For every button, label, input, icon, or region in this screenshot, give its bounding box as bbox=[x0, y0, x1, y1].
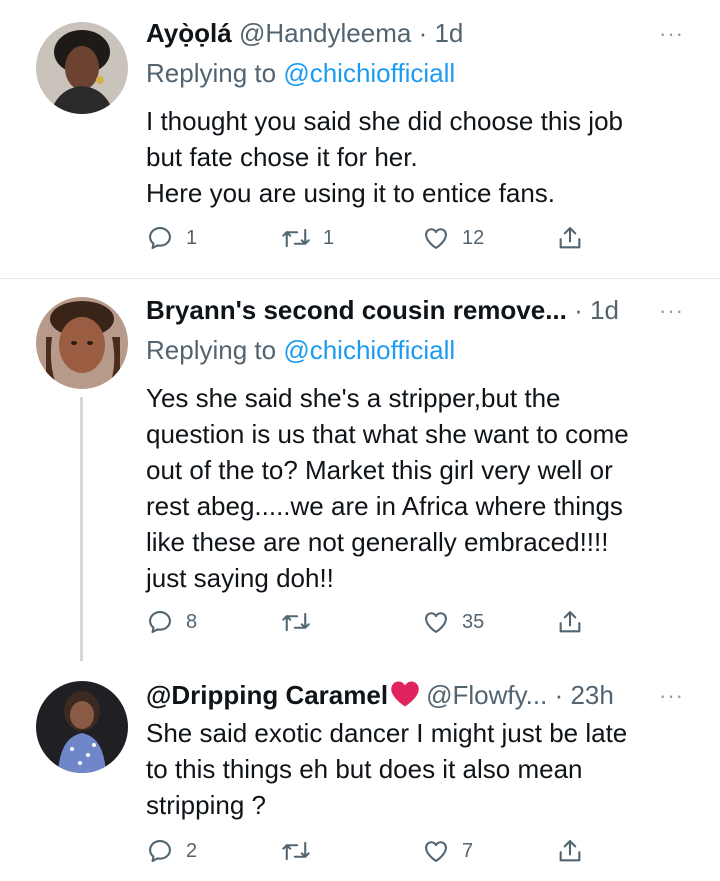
reply-button[interactable]: 1 bbox=[146, 220, 197, 256]
like-button[interactable]: 7 bbox=[422, 833, 473, 869]
replying-to-label: Replying to bbox=[146, 58, 284, 88]
share-button[interactable] bbox=[556, 833, 584, 869]
heart-icon bbox=[422, 837, 450, 865]
tweet-text-line: question is us that what she want to com… bbox=[146, 419, 629, 449]
reply-count: 2 bbox=[186, 839, 198, 862]
red-heart-emoji bbox=[390, 680, 420, 713]
share-icon bbox=[556, 837, 584, 865]
avatar[interactable] bbox=[36, 22, 128, 114]
tweet-text-line: Yes she said she's a stripper,but the bbox=[146, 383, 561, 413]
retweet-button[interactable] bbox=[281, 833, 323, 869]
tweet-text-line: but fate chose it for her. bbox=[146, 142, 418, 172]
tweet-actions: 8 35 bbox=[146, 604, 606, 640]
like-button[interactable]: 12 bbox=[422, 220, 484, 256]
mention-link[interactable]: @chichiofficiall bbox=[283, 335, 455, 365]
share-icon bbox=[556, 608, 584, 636]
tweet-1[interactable]: Ayọ̀ọlá @Handyleema · 1d ··· Replying to… bbox=[0, 0, 720, 278]
like-count: 12 bbox=[462, 226, 485, 249]
reply-count: 1 bbox=[186, 226, 198, 249]
retweet-icon bbox=[281, 224, 311, 252]
tweet-text-line: to this things eh but does it also mean bbox=[146, 754, 583, 784]
display-name[interactable]: Bryann's second cousin remove... bbox=[146, 295, 567, 325]
replying-to: Replying to @chichiofficiall bbox=[146, 332, 455, 368]
display-name[interactable]: Ayọ̀ọlá bbox=[146, 18, 232, 48]
tweet-text-line: rest abeg.....we are in Africa where thi… bbox=[146, 491, 623, 521]
more-horizontal-icon[interactable]: ··· bbox=[659, 685, 684, 707]
tweet-text-line: I thought you said she did choose this j… bbox=[146, 106, 623, 136]
user-handle[interactable]: @Handyleema bbox=[239, 18, 411, 48]
timestamp[interactable]: 1d bbox=[590, 295, 619, 325]
replying-to-label: Replying to bbox=[146, 335, 284, 365]
thread-line bbox=[80, 397, 83, 661]
heart-icon bbox=[422, 608, 450, 636]
tweet-text-line: like these are not generally embraced!!!… bbox=[146, 527, 609, 557]
like-button[interactable]: 35 bbox=[422, 604, 484, 640]
tweet-text-line: stripping ? bbox=[146, 790, 266, 820]
tweet-2[interactable]: Bryann's second cousin remove... · 1d ··… bbox=[0, 279, 720, 661]
avatar[interactable] bbox=[36, 681, 128, 773]
tweet-text-line: She said exotic dancer I might just be l… bbox=[146, 718, 628, 748]
reply-count: 8 bbox=[186, 610, 198, 633]
tweet-text-line: out of the to? Market this girl very wel… bbox=[146, 455, 613, 485]
tweet-header: @Dripping Caramel @Flowfy... · 23h bbox=[146, 677, 680, 713]
avatar[interactable] bbox=[36, 297, 128, 389]
reply-button[interactable]: 8 bbox=[146, 604, 197, 640]
separator-dot: · bbox=[418, 18, 428, 48]
tweet-text: She said exotic dancer I might just be l… bbox=[146, 715, 691, 823]
user-handle[interactable]: @Flowfy... bbox=[426, 680, 547, 710]
share-button[interactable] bbox=[556, 220, 584, 256]
tweet-text: Yes she said she's a stripper,but the qu… bbox=[146, 380, 691, 596]
tweet-text-line: just saying doh!! bbox=[146, 563, 334, 593]
tweet-header: Bryann's second cousin remove... · 1d bbox=[146, 292, 680, 328]
more-horizontal-icon[interactable]: ··· bbox=[659, 23, 684, 45]
heart-icon bbox=[422, 224, 450, 252]
separator-dot: · bbox=[554, 680, 564, 710]
tweet-text: I thought you said she did choose this j… bbox=[146, 103, 691, 211]
tweet-text-line: Here you are using it to entice fans. bbox=[146, 178, 556, 208]
tweet-actions: 2 7 bbox=[146, 833, 606, 869]
like-count: 35 bbox=[462, 610, 485, 633]
retweet-button[interactable]: 1 bbox=[281, 220, 334, 256]
comment-icon bbox=[146, 224, 174, 252]
replying-to: Replying to @chichiofficiall bbox=[146, 55, 455, 91]
display-name[interactable]: @Dripping Caramel bbox=[146, 680, 388, 710]
retweet-count: 1 bbox=[323, 226, 335, 249]
share-button[interactable] bbox=[556, 604, 584, 640]
timestamp[interactable]: 1d bbox=[434, 18, 463, 48]
share-icon bbox=[556, 224, 584, 252]
retweet-button[interactable] bbox=[281, 604, 323, 640]
tweet-3[interactable]: @Dripping Caramel @Flowfy... · 23h ··· S… bbox=[0, 661, 720, 881]
tweet-header: Ayọ̀ọlá @Handyleema · 1d bbox=[146, 15, 680, 51]
more-horizontal-icon[interactable]: ··· bbox=[659, 300, 684, 322]
comment-icon bbox=[146, 837, 174, 865]
separator-dot: · bbox=[574, 295, 583, 325]
mention-link[interactable]: @chichiofficiall bbox=[283, 58, 455, 88]
retweet-icon bbox=[281, 608, 311, 636]
retweet-icon bbox=[281, 837, 311, 865]
like-count: 7 bbox=[462, 839, 474, 862]
reply-button[interactable]: 2 bbox=[146, 833, 197, 869]
tweet-actions: 1 1 12 bbox=[146, 220, 606, 256]
comment-icon bbox=[146, 608, 174, 636]
timestamp[interactable]: 23h bbox=[570, 680, 613, 710]
